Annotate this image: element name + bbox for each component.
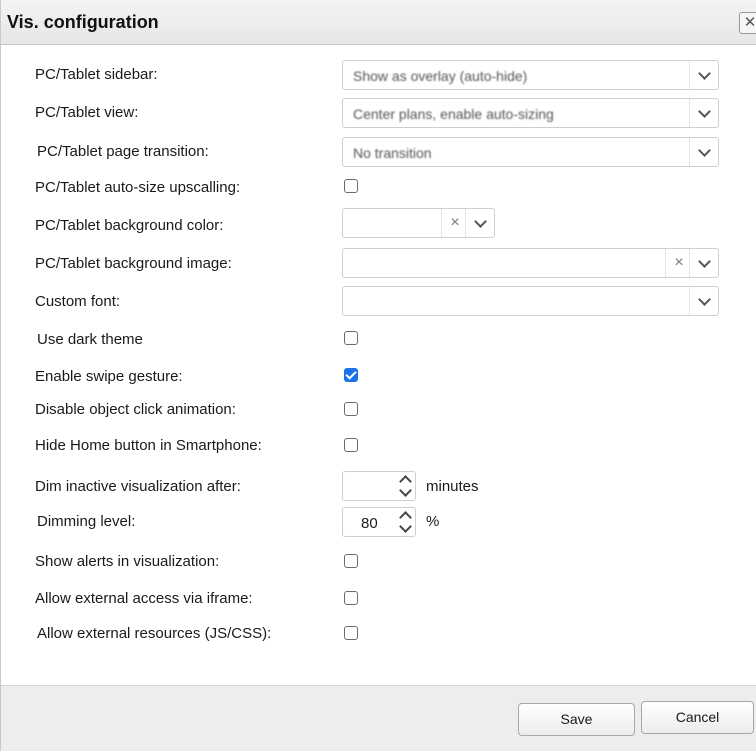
close-button[interactable]: ✕: [739, 12, 756, 34]
chevron-down-icon[interactable]: [465, 209, 494, 237]
dimming-level-value: 80: [361, 515, 378, 532]
external-iframe-checkbox[interactable]: [344, 591, 358, 605]
dialog-titlebar[interactable]: Vis. configuration ✕: [1, 0, 756, 45]
close-icon: ✕: [743, 14, 756, 31]
disable-click-animation-label: Disable object click animation:: [35, 401, 236, 418]
sidebar-label: PC/Tablet sidebar:: [35, 66, 158, 83]
page-transition-label: PC/Tablet page transition:: [37, 143, 209, 160]
dim-inactive-label: Dim inactive visualization after:: [35, 478, 241, 495]
view-select-value: Center plans, enable auto-sizing: [353, 106, 554, 122]
view-label: PC/Tablet view:: [35, 104, 139, 121]
chevron-down-icon[interactable]: [395, 520, 415, 535]
hide-home-button-label: Hide Home button in Smartphone:: [35, 437, 262, 454]
external-iframe-label: Allow external access via iframe:: [35, 590, 253, 607]
dark-theme-checkbox[interactable]: [344, 331, 358, 345]
dialog-title: Vis. configuration: [7, 12, 159, 32]
background-color-label: PC/Tablet background color:: [35, 217, 224, 234]
hide-home-button-checkbox[interactable]: [344, 438, 358, 452]
view-select[interactable]: Center plans, enable auto-sizing: [342, 98, 719, 128]
clear-icon[interactable]: ×: [665, 249, 692, 277]
external-resources-checkbox[interactable]: [344, 626, 358, 640]
chevron-down-icon[interactable]: [689, 249, 718, 277]
chevron-down-icon[interactable]: [689, 138, 718, 166]
background-image-select[interactable]: ×: [342, 248, 719, 278]
dimming-level-label: Dimming level:: [37, 513, 136, 530]
show-alerts-checkbox[interactable]: [344, 554, 358, 568]
chevron-down-icon[interactable]: [689, 287, 718, 315]
show-alerts-label: Show alerts in visualization:: [35, 553, 220, 570]
dimming-level-unit: %: [426, 513, 440, 530]
disable-click-animation-checkbox[interactable]: [344, 402, 358, 416]
vis-configuration-dialog: Vis. configuration ✕ PC/Tablet sidebar: …: [0, 0, 756, 751]
external-resources-label: Allow external resources (JS/CSS):: [37, 625, 272, 642]
chevron-down-icon[interactable]: [395, 484, 415, 499]
page-transition-select-value: No transition: [353, 145, 432, 161]
custom-font-select[interactable]: [342, 286, 719, 316]
auto-size-upscaling-label: PC/Tablet auto-size upscalling:: [35, 179, 241, 196]
page-transition-select[interactable]: No transition: [342, 137, 719, 167]
save-button[interactable]: Save: [518, 703, 635, 736]
settings-form: PC/Tablet sidebar: Show as overlay (auto…: [1, 45, 756, 685]
cancel-button[interactable]: Cancel: [641, 701, 754, 734]
background-color-picker[interactable]: ×: [342, 208, 495, 238]
custom-font-label: Custom font:: [35, 293, 121, 310]
swipe-gesture-checkbox[interactable]: [344, 368, 358, 382]
swipe-gesture-label: Enable swipe gesture:: [35, 368, 183, 385]
sidebar-select-value: Show as overlay (auto-hide): [353, 68, 528, 84]
background-image-label: PC/Tablet background image:: [35, 255, 232, 272]
chevron-down-icon[interactable]: [689, 61, 718, 89]
auto-size-upscaling-checkbox[interactable]: [344, 179, 358, 193]
dim-inactive-spinner[interactable]: [342, 471, 416, 501]
dialog-footer: Save Cancel: [1, 685, 756, 751]
dimming-level-spinner[interactable]: 80: [342, 507, 416, 537]
chevron-down-icon[interactable]: [689, 99, 718, 127]
clear-icon[interactable]: ×: [441, 209, 468, 237]
dark-theme-label: Use dark theme: [37, 331, 143, 348]
dim-inactive-unit: minutes: [426, 478, 479, 495]
sidebar-select[interactable]: Show as overlay (auto-hide): [342, 60, 719, 90]
